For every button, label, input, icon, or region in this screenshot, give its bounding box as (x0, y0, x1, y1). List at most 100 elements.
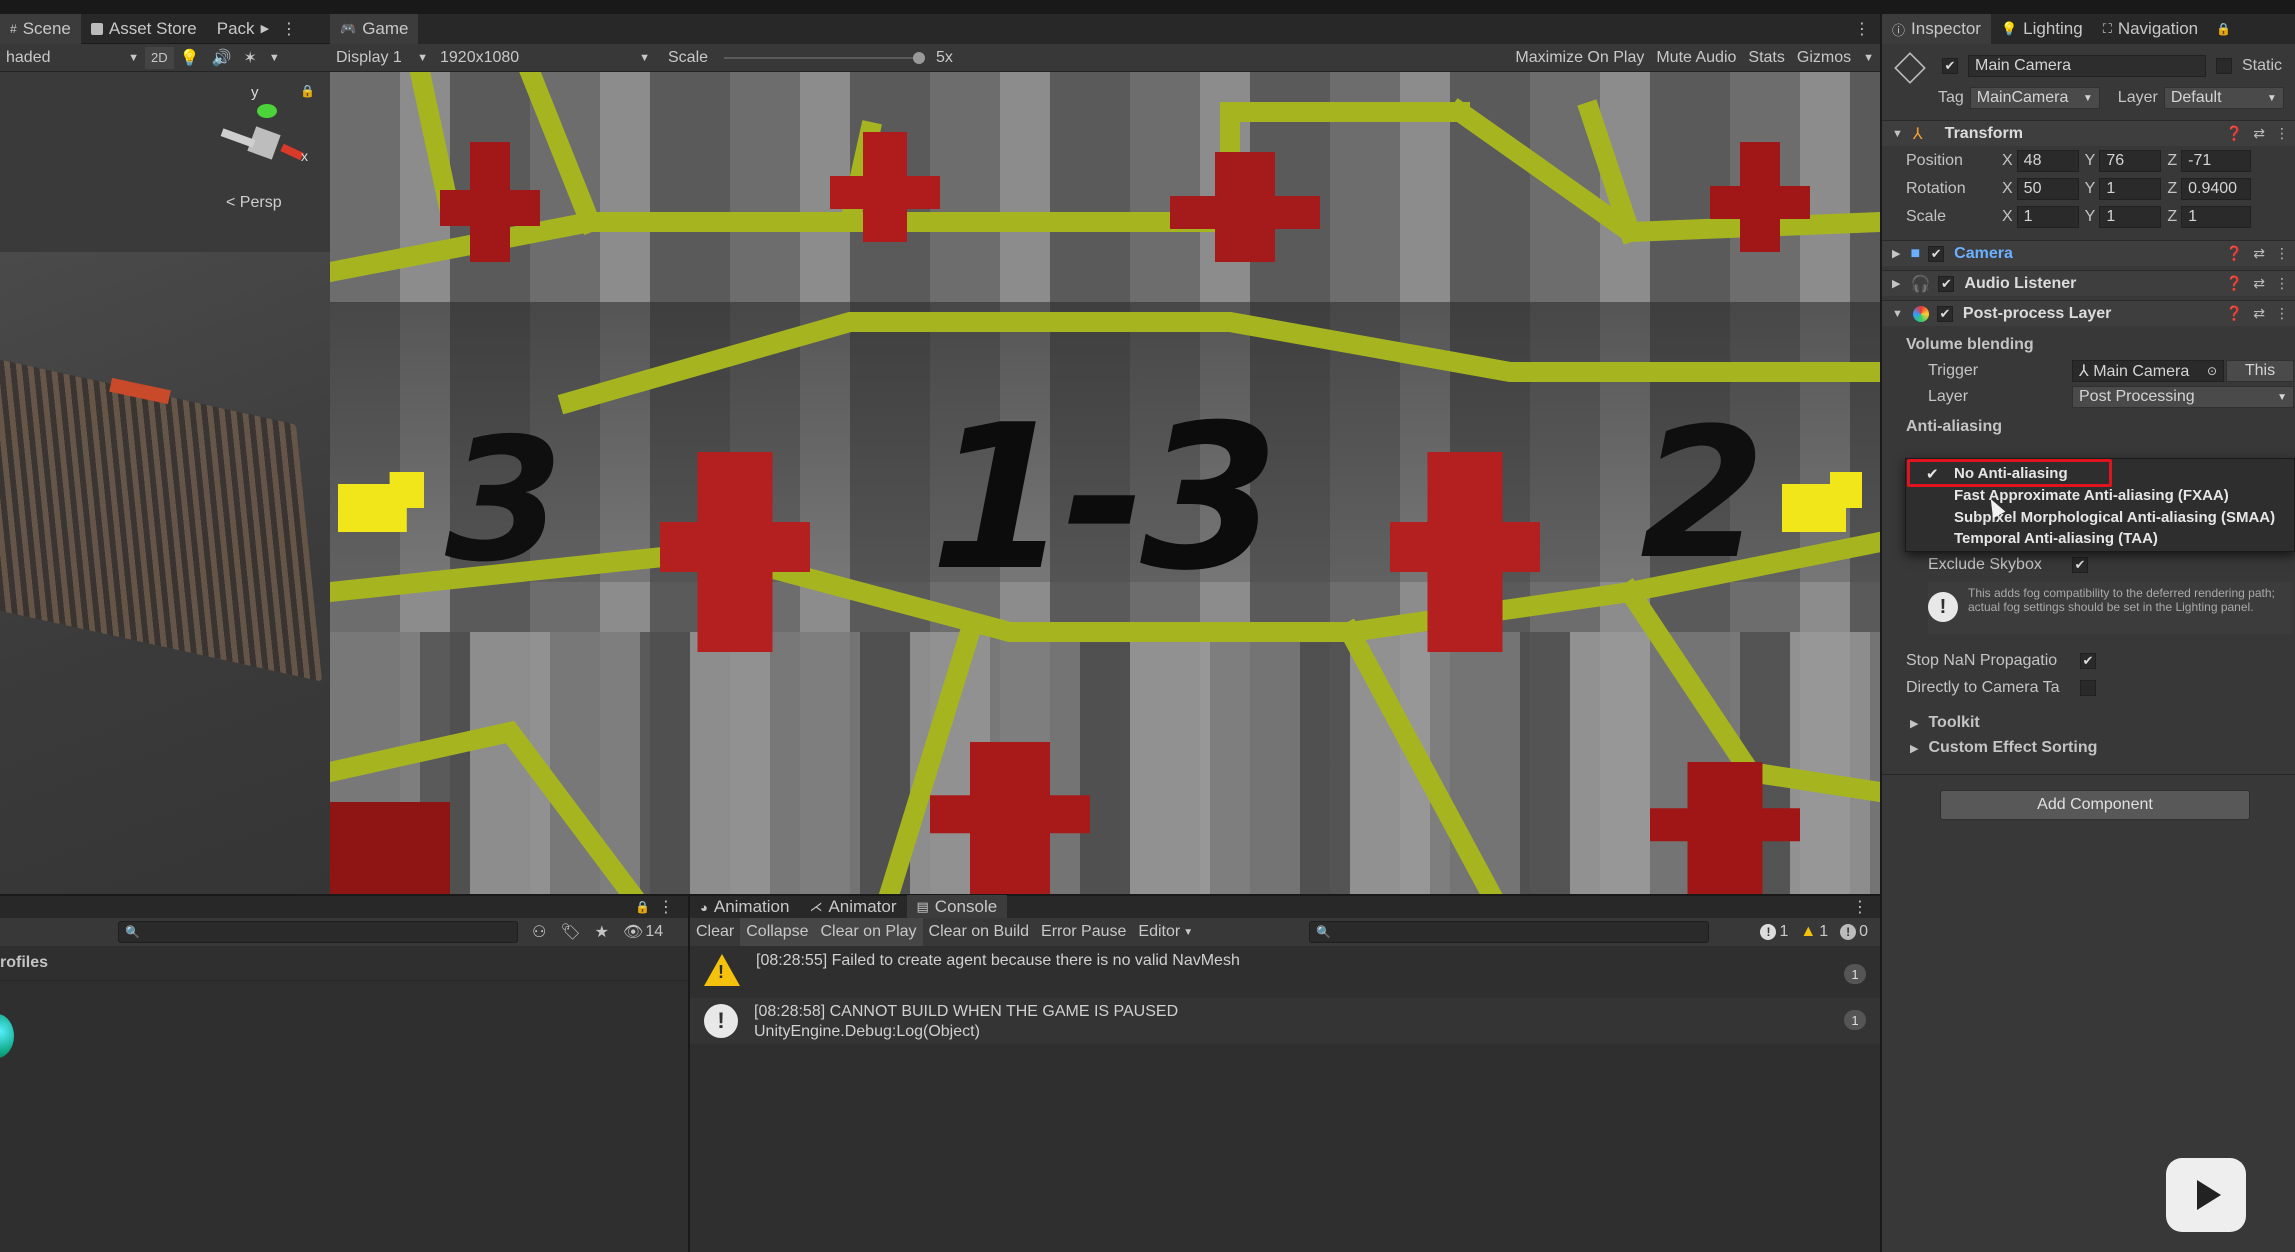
gizmos-toggle[interactable]: Gizmos (1791, 44, 1857, 72)
object-picker-icon[interactable]: ⊙ (2207, 364, 2217, 378)
scale-slider[interactable] (724, 44, 926, 72)
aa-option-taa[interactable]: Temporal Anti-aliasing (TAA) (1906, 528, 2295, 549)
effects-toggle-icon[interactable]: ✶ (237, 44, 262, 72)
tag-dropdown[interactable]: MainCamera ▼ (1969, 87, 2100, 109)
preset-icon[interactable]: ⇄ (2253, 245, 2265, 262)
more-icon[interactable]: ⋮ (2275, 305, 2289, 322)
lock-icon[interactable]: 🔒 (2216, 22, 2231, 36)
lock-icon[interactable]: 🔒 (300, 84, 315, 98)
object-active-checkbox[interactable]: ✔ (1942, 58, 1958, 74)
audio-toggle-icon[interactable]: 🔊 (206, 44, 238, 72)
display-dropdown[interactable]: Display 1 ▼ (330, 44, 434, 72)
rotation-z-field[interactable]: 0.9400 (2181, 178, 2252, 200)
tab-animator[interactable]: ⋌ Animator (799, 895, 906, 919)
tab-scene[interactable]: # Scene (0, 13, 81, 44)
transform-header[interactable]: ▼ ⅄ Transform ❓ ⇄ ⋮ (1882, 120, 2295, 146)
resolution-dropdown[interactable]: 1920x1080 ▼ (434, 44, 656, 72)
clear-on-play-toggle[interactable]: Clear on Play (814, 918, 923, 946)
error-pause-toggle[interactable]: Error Pause (1035, 918, 1132, 946)
directly-to-camera-checkbox[interactable] (2080, 680, 2096, 696)
custom-effect-sorting-foldout[interactable]: ▶ Custom Effect Sorting (1882, 735, 2295, 761)
scale-y-field[interactable]: 1 (2099, 206, 2162, 228)
editor-dropdown[interactable]: Editor ▼ (1132, 918, 1199, 946)
clear-on-build-toggle[interactable]: Clear on Build (923, 918, 1036, 946)
help-icon[interactable]: ❓ (2226, 125, 2243, 142)
project-search-input[interactable]: 🔍 (118, 921, 518, 943)
chevron-down-icon[interactable]: ▼ (1857, 44, 1880, 72)
console-search-input[interactable]: 🔍 (1309, 921, 1710, 943)
stop-nan-checkbox[interactable]: ✔ (2080, 653, 2096, 669)
more-icon[interactable]: ⋮ (1854, 19, 1880, 39)
more-icon[interactable]: ⋮ (2275, 275, 2289, 292)
audio-listener-header[interactable]: ▶ 🎧 ✔ Audio Listener ❓ ⇄ ⋮ (1882, 270, 2295, 296)
volume-layer-dropdown[interactable]: Post Processing ▼ (2072, 386, 2294, 408)
more-icon[interactable]: ⋮ (281, 19, 297, 39)
more-icon[interactable]: ⋮ (1852, 897, 1868, 917)
position-y-field[interactable]: 76 (2099, 150, 2162, 172)
hidden-packages-icon[interactable]: 👁 (623, 922, 643, 942)
tab-console[interactable]: ▤ Console (906, 895, 1008, 919)
help-icon[interactable]: ❓ (2226, 305, 2243, 322)
tab-inspector[interactable]: ⓘ Inspector (1882, 14, 1991, 44)
static-checkbox[interactable] (2216, 58, 2232, 74)
layer-dropdown[interactable]: Default ▼ (2163, 87, 2284, 109)
scale-slider-handle[interactable] (913, 51, 926, 64)
preset-icon[interactable]: ⇄ (2253, 125, 2265, 142)
tab-package[interactable]: Pack ▶ (207, 14, 279, 44)
scene-viewport[interactable]: y x < Persp 🔒 (0, 72, 330, 894)
filter-by-label-icon[interactable]: 🏷 (560, 922, 580, 942)
position-x-field[interactable]: 48 (2016, 150, 2079, 172)
tab-lighting[interactable]: 💡 Lighting (1991, 14, 2093, 44)
post-process-layer-header[interactable]: ▼ ✔ Post-process Layer ❓ ⇄ ⋮ (1882, 300, 2295, 326)
profiles-folder-label[interactable]: rofiles (0, 954, 48, 972)
message-filter-toggle[interactable]: ! 0 (1834, 918, 1874, 946)
persp-label[interactable]: < Persp (226, 194, 282, 212)
shading-mode-dropdown[interactable]: haded ▼ (0, 44, 145, 72)
mute-audio-toggle[interactable]: Mute Audio (1650, 44, 1742, 72)
position-z-field[interactable]: -71 (2181, 150, 2252, 172)
toolkit-foldout[interactable]: ▶ Toolkit (1882, 710, 2295, 736)
scene-gizmo[interactable]: y x (215, 82, 315, 192)
warning-filter-toggle[interactable]: ▲ 1 (1794, 918, 1834, 946)
clear-button[interactable]: Clear (690, 918, 740, 946)
exclude-skybox-checkbox[interactable]: ✔ (2072, 557, 2088, 573)
post-process-enabled-checkbox[interactable]: ✔ (1936, 305, 1953, 322)
stats-toggle[interactable]: Stats (1742, 44, 1790, 72)
error-filter-toggle[interactable]: ! 1 (1754, 918, 1794, 946)
more-icon[interactable]: ⋮ (2275, 245, 2289, 262)
preset-icon[interactable]: ⇄ (2253, 275, 2265, 292)
favorite-icon[interactable]: ★ (595, 922, 609, 942)
tab-game[interactable]: 🎮 Game (330, 14, 419, 44)
game-viewport[interactable]: 3 1-3 2 (330, 72, 1880, 894)
rotation-x-field[interactable]: 50 (2016, 178, 2079, 200)
log-entry-warning[interactable]: ! [08:28:55] Failed to create agent beca… (690, 952, 1880, 992)
object-name-field[interactable]: Main Camera (1968, 55, 2206, 77)
this-button[interactable]: This (2226, 360, 2294, 382)
lock-icon[interactable]: 🔒 (635, 900, 650, 914)
camera-header[interactable]: ▶ ■ ✔ Camera ❓ ⇄ ⋮ (1882, 240, 2295, 266)
filter-by-type-icon[interactable]: ⚇ (532, 922, 546, 942)
lighting-toggle-icon[interactable]: 💡 (174, 44, 206, 72)
scale-x-field[interactable]: 1 (2016, 206, 2079, 228)
camera-enabled-checkbox[interactable]: ✔ (1928, 245, 1945, 262)
aa-option-fxaa[interactable]: Fast Approximate Anti-aliasing (FXAA) (1906, 485, 2295, 506)
log-entry-info[interactable]: ! [08:28:58] CANNOT BUILD WHEN THE GAME … (690, 998, 1880, 1044)
tab-asset-store[interactable]: Asset Store (81, 14, 207, 44)
collapse-toggle[interactable]: Collapse (740, 918, 815, 946)
add-component-button[interactable]: Add Component (1940, 790, 2250, 820)
more-icon[interactable]: ⋮ (658, 897, 674, 917)
rotation-y-field[interactable]: 1 (2099, 178, 2162, 200)
effects-dropdown-icon[interactable]: ▼ (263, 44, 286, 72)
mode-2d-button[interactable]: 2D (145, 46, 174, 69)
tab-navigation[interactable]: ⛶ Navigation (2093, 14, 2208, 44)
help-icon[interactable]: ❓ (2226, 245, 2243, 262)
maximize-on-play-toggle[interactable]: Maximize On Play (1509, 44, 1650, 72)
more-icon[interactable]: ⋮ (2275, 125, 2289, 142)
asset-sphere-icon[interactable] (0, 1014, 14, 1058)
audio-listener-enabled-checkbox[interactable]: ✔ (1938, 275, 1955, 292)
aa-option-smaa[interactable]: Subpixel Morphological Anti-aliasing (SM… (1906, 507, 2295, 528)
tab-animation[interactable]: ◕ Animation (690, 895, 799, 919)
trigger-object-field[interactable]: ⅄ Main Camera ⊙ (2072, 360, 2224, 382)
help-icon[interactable]: ❓ (2226, 275, 2243, 292)
preset-icon[interactable]: ⇄ (2253, 305, 2265, 322)
